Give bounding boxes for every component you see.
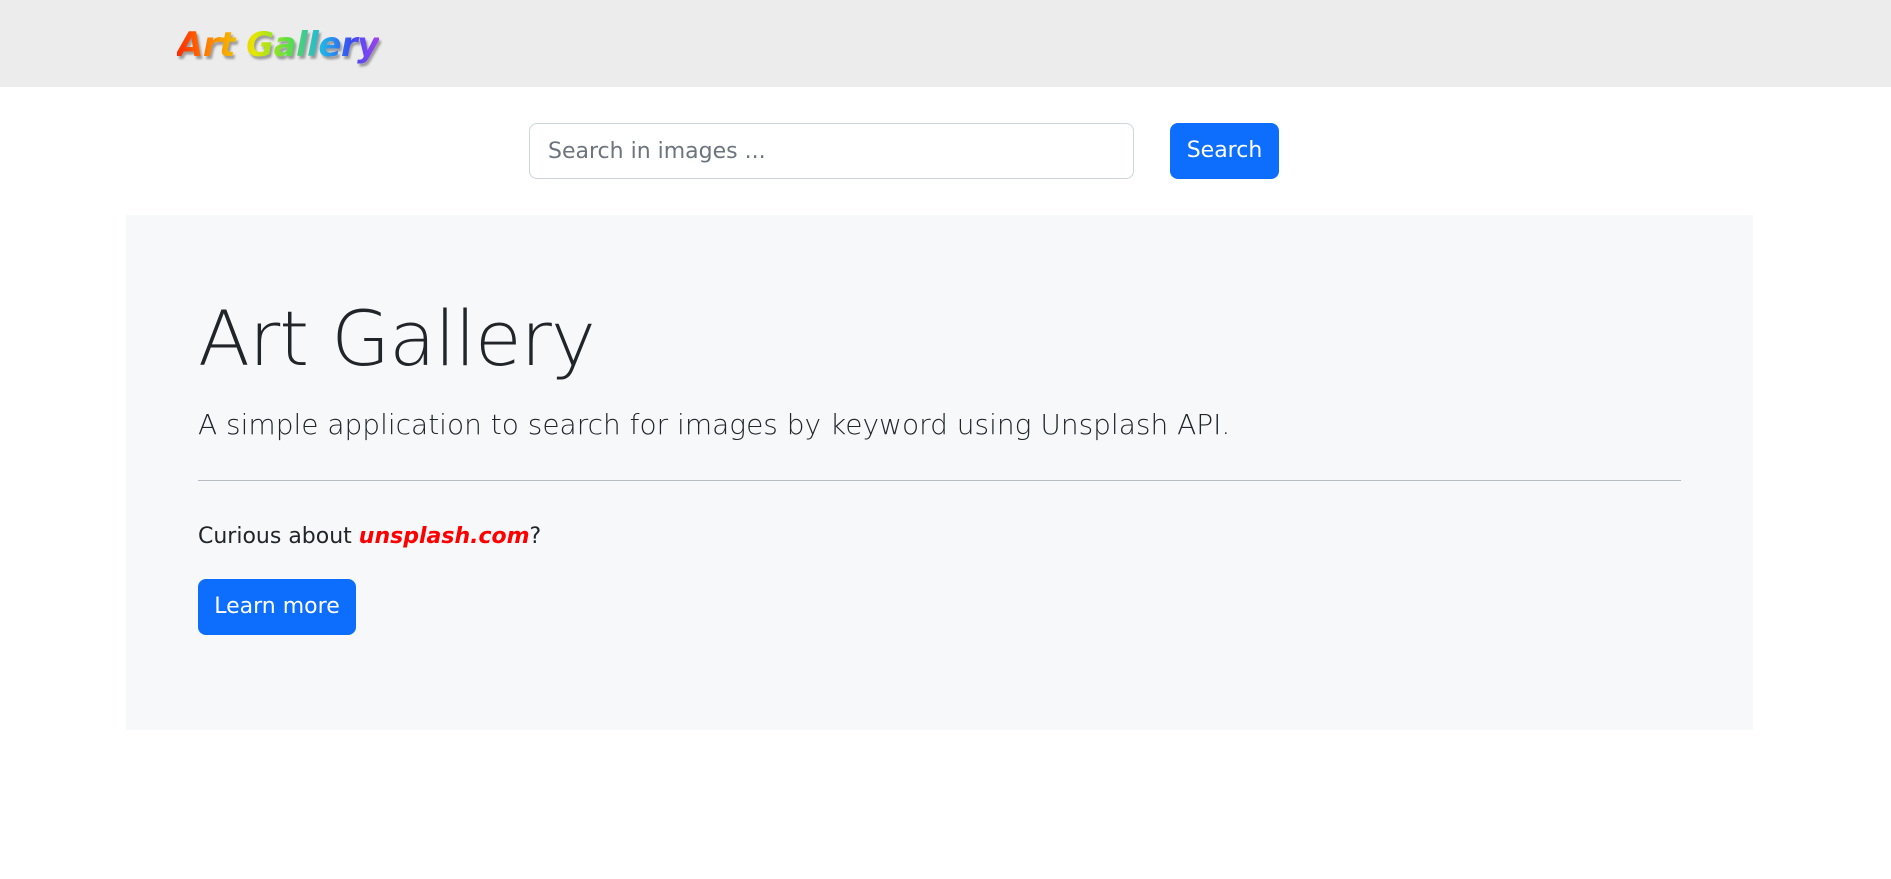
jumbotron: Art Gallery A simple application to sear… [126,215,1753,730]
lead-text: A simple application to search for image… [198,408,1231,441]
search-input[interactable] [529,123,1134,179]
search-button[interactable]: Search [1170,123,1279,179]
curious-prefix: Curious about [198,524,359,549]
curious-text: Curious about unsplash.com? [198,521,541,553]
navbar: Art Gallery [0,0,1891,87]
unsplash-link[interactable]: unsplash.com [359,524,530,549]
curious-suffix: ? [529,524,542,549]
divider [198,480,1681,481]
learn-more-button[interactable]: Learn more [198,579,356,635]
brand-logo[interactable]: Art Gallery [177,22,379,68]
page-title: Art Gallery [198,294,596,383]
